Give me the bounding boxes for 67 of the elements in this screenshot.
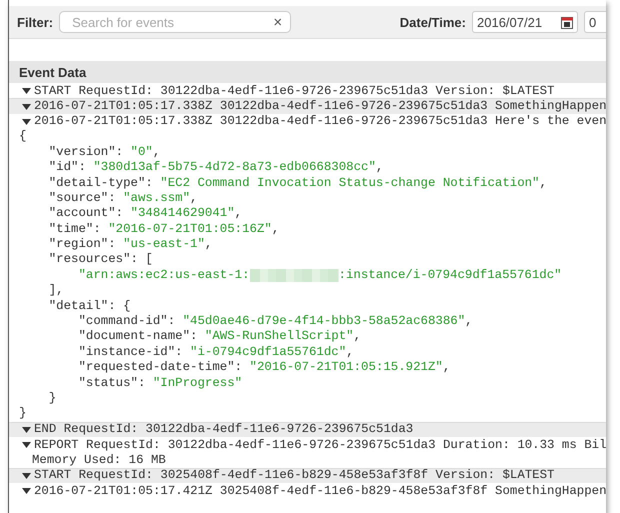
caret-down-icon[interactable] — [22, 87, 31, 96]
json-key: "detail": { — [19, 298, 131, 314]
json-key: "document-name": — [19, 329, 205, 344]
json-value: "us-east-1" — [123, 237, 205, 252]
caret-down-icon[interactable] — [22, 118, 31, 126]
json-key: "id": — [19, 160, 94, 176]
json-key: , — [346, 344, 354, 360]
json-value: "0" — [130, 144, 153, 160]
json-value: "380d13af-5b75-4d72-8a73-edb0668308cc" — [93, 160, 376, 176]
json-key: "requested-date-time": — [19, 360, 250, 376]
log-event-text: START RequestId: 3025408f-4edf-11e6-b829-458e53af3f8f Version: $LATEST — [34, 468, 554, 484]
json-value: "348414629041" — [130, 206, 235, 222]
log-event-text: START RequestId: 30122dba-4edf-11e6-9726-239675c51da3 Version: $LATEST — [34, 84, 554, 99]
date-time-label: Date/Time: — [400, 14, 466, 30]
json-key: "detail-type": — [19, 176, 160, 191]
json-key: "status": — [19, 376, 153, 391]
time-field[interactable]: 0 — [584, 11, 606, 33]
json-value: "2016-07-21T01:05:16Z" — [108, 222, 272, 237]
json-key: "version": — [19, 144, 131, 160]
json-key: } — [19, 391, 56, 406]
json-key: , — [465, 314, 473, 330]
json-value: "i-0794c9df1a55761dc" — [190, 344, 346, 360]
json-key: , — [190, 190, 198, 206]
log-event-text: 2016-07-21T01:05:17.421Z 3025408f-4edf-11e6-b829-458e53af3f8f SomethingHappen — [34, 484, 606, 499]
json-value: "AWS-RunShellScript" — [204, 329, 354, 344]
caret-down-icon[interactable] — [22, 441, 31, 450]
json-key: , — [540, 176, 547, 191]
json-key: ], — [19, 283, 64, 298]
log-event-text: END RequestId: 30122dba-4edf-11e6-9726-239675c51da3 — [34, 422, 414, 438]
json-key: "instance-id": — [19, 344, 190, 360]
calendar-icon[interactable] — [561, 16, 573, 28]
caret-down-icon[interactable] — [22, 487, 31, 496]
json-key: "time": — [19, 222, 108, 237]
clear-button[interactable]: × — [273, 14, 282, 30]
log-row[interactable]: START RequestId: 3025408f-4edf-11e6-b829-458e53af3f8f Version: $LATEST — [9, 468, 606, 484]
search-field[interactable]: Search for events × — [59, 11, 292, 33]
json-value: "aws.ssm" — [123, 190, 190, 206]
json-key: , — [272, 222, 280, 237]
json-value: :instance/i-0794c9df1a55761dc" — [338, 268, 562, 283]
json-value: "EC2 Command Invocation Status-change Notification" — [160, 176, 540, 191]
json-value: "45d0ae46-d79e-4f14-bbb3-58a52ac68386" — [182, 314, 466, 330]
section-header: Event Data — [9, 61, 606, 83]
log-row[interactable]: END RequestId: 30122dba-4edf-11e6-9726-239675c51da3 — [9, 422, 606, 437]
json-key: { — [19, 129, 26, 144]
json-key: , — [376, 160, 384, 176]
json-value: "InProgress" — [152, 376, 242, 391]
json-key: , — [354, 329, 362, 344]
json-key: "command-id": — [19, 314, 183, 330]
json-key: , — [152, 144, 160, 160]
json-key: , — [442, 360, 450, 376]
log-event-text: REPORT RequestId: 30122dba-4edf-11e6-9726-239675c51da3 Duration: 10.33 ms Bil — [34, 438, 606, 453]
json-value: "2016-07-21T01:05:15.921Z" — [250, 360, 443, 376]
json-key: "source": — [19, 190, 124, 206]
json-value: "arn:aws:ec2:us-east-1: — [77, 268, 250, 283]
json-key: "region": — [19, 237, 124, 252]
caret-down-icon[interactable] — [22, 426, 31, 434]
json-key: "account": — [19, 206, 131, 222]
caret-down-icon[interactable] — [22, 102, 31, 111]
json-key: } — [19, 406, 26, 422]
log-event-text: 2016-07-21T01:05:17.338Z 30122dba-4edf-11e6-9726-239675c51da3 Here's the even — [34, 114, 606, 130]
json-key: , — [234, 206, 242, 222]
filter-label: Filter: — [17, 14, 54, 30]
log-event-text: Memory Used: 16 MB — [31, 453, 166, 468]
json-key: , — [204, 237, 212, 252]
date-field[interactable]: 2016/07/21 — [472, 11, 578, 33]
json-key: "resources": [ — [19, 252, 153, 268]
caret-down-icon[interactable] — [22, 472, 31, 480]
